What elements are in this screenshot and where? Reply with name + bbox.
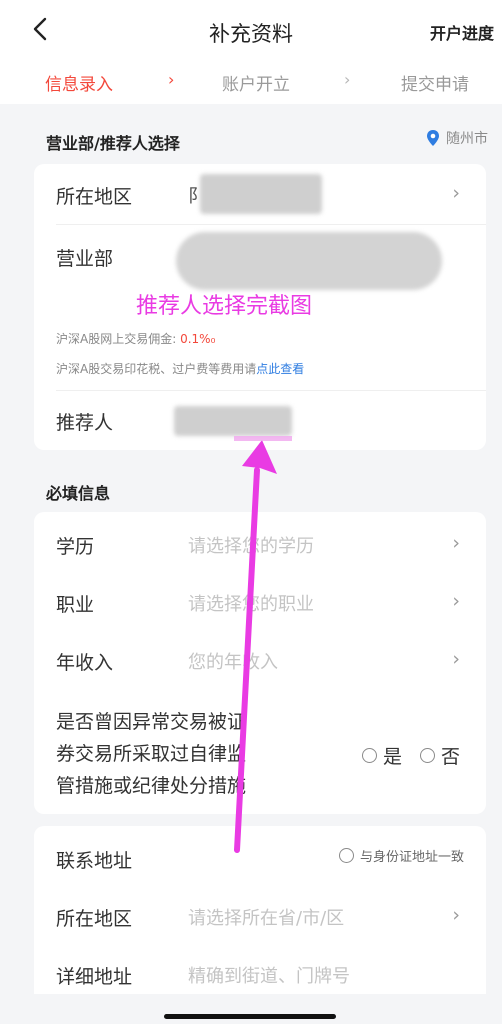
detail-address-input[interactable]: 精确到街道、门牌号 [188, 962, 350, 988]
education-label: 学历 [56, 536, 95, 558]
annotation-text: 推荐人选择完截图 [136, 294, 313, 319]
income-label: 年收入 [56, 652, 114, 674]
location-pin-icon [426, 130, 440, 146]
education-row[interactable]: 学历 请选择您的学历 › [34, 512, 486, 572]
discipline-question-row: 是否曾因异常交易被证 券交易所采取过自律监 管措施或纪律处分措施 是 否 [34, 700, 486, 814]
address-card: 联系地址 与身份证地址一致 所在地区 请选择所在省/市/区 › 详细地址 精确到… [34, 826, 486, 994]
redacted-region [200, 174, 322, 214]
contact-address-label: 联系地址 [56, 850, 133, 872]
step-bar: 信息录入 › 账户开立 › 提交申请 [0, 62, 502, 104]
address-region-row[interactable]: 所在地区 请选择所在省/市/区 › [34, 886, 486, 946]
occupation-placeholder: 请选择您的职业 [188, 594, 314, 615]
home-indicator [164, 1014, 336, 1019]
page-title: 补充资料 [209, 22, 293, 46]
required-info-card: 学历 请选择您的学历 › 职业 请选择您的职业 › 年收入 您的年收入 › 是否… [34, 512, 486, 814]
education-placeholder: 请选择您的学历 [188, 536, 314, 557]
fee-detail-link[interactable]: 点此查看 [256, 362, 304, 376]
address-region-placeholder: 请选择所在省/市/区 [188, 908, 345, 929]
section-title-branch: 营业部/推荐人选择 [46, 134, 180, 153]
radio-circle-icon [338, 848, 354, 863]
step-info-entry: 信息录入 [45, 75, 113, 95]
same-as-id-option[interactable]: 与身份证地址一致 [338, 846, 464, 865]
chevron-right-icon: › [452, 590, 460, 612]
detail-address-row[interactable]: 详细地址 精确到街道、门牌号 [34, 946, 486, 994]
income-row[interactable]: 年收入 您的年收入 › [34, 632, 486, 692]
chevron-right-icon: › [452, 182, 460, 204]
step-separator-icon: › [168, 70, 175, 89]
fee-note: 沪深A股交易印花税、过户费等费用请点此查看 [56, 362, 305, 376]
occupation-row[interactable]: 职业 请选择您的职业 › [34, 572, 486, 632]
chevron-right-icon: › [452, 648, 460, 670]
step-separator-icon: › [344, 70, 351, 89]
chevron-right-icon: › [452, 904, 460, 926]
radio-no[interactable]: 否 [419, 742, 460, 769]
contact-address-row: 联系地址 与身份证地址一致 [34, 826, 486, 886]
region-label: 所在地区 [56, 186, 133, 208]
header-bar: 补充资料 开户进度 [0, 0, 502, 62]
discipline-radio-group: 是 否 [361, 742, 460, 769]
referrer-label: 推荐人 [56, 412, 114, 434]
radio-circle-icon [419, 748, 435, 763]
commission-rate: 0.1%₀ [180, 332, 216, 346]
discipline-question: 是否曾因异常交易被证 券交易所采取过自律监 管措施或纪律处分措施 [56, 711, 247, 797]
radio-circle-icon [361, 748, 377, 763]
chevron-right-icon: › [452, 532, 460, 554]
referrer-row[interactable]: 推荐人 [34, 390, 486, 450]
redacted-referrer [174, 406, 292, 436]
redacted-branch [176, 232, 442, 290]
step-account-open: 账户开立 [222, 75, 290, 95]
account-progress-link[interactable]: 开户进度 [430, 20, 494, 44]
section-title-required: 必填信息 [46, 484, 111, 503]
occupation-label: 职业 [56, 594, 95, 616]
detail-address-label: 详细地址 [56, 966, 133, 988]
commission-note: 沪深A股网上交易佣金: 0.1%₀ [56, 332, 216, 346]
region-row[interactable]: 所在地区 阝 › [34, 164, 486, 224]
location-text: 随州市 [446, 131, 488, 147]
location-selector[interactable]: 随州市 [426, 128, 488, 148]
income-placeholder: 您的年收入 [188, 652, 278, 673]
step-submit: 提交申请 [401, 75, 469, 95]
branch-label: 营业部 [56, 248, 114, 270]
address-region-label: 所在地区 [56, 908, 133, 930]
radio-yes[interactable]: 是 [361, 742, 402, 769]
